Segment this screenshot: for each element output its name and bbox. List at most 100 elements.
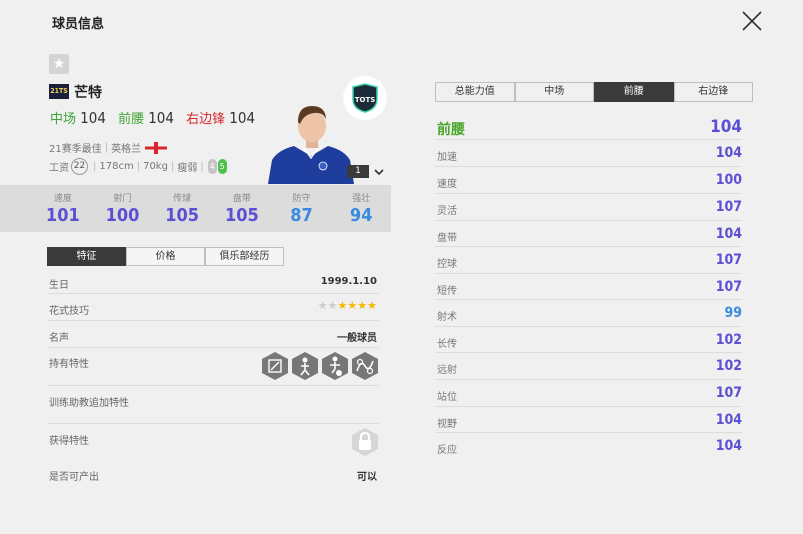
position-name: 中场 <box>50 112 77 127</box>
tab-club-history[interactable]: 俱乐部经历 <box>205 247 284 266</box>
stat-value: 94 <box>349 205 373 226</box>
star-empty-icon: ★ <box>317 299 328 312</box>
stat-defending: 防守 87 <box>272 185 332 232</box>
england-flag-icon <box>145 141 168 154</box>
height-label: 178cm <box>99 161 134 172</box>
favorite-star-button[interactable]: ★ <box>49 54 69 74</box>
producible-value: 可以 <box>357 472 377 483</box>
tab-rw[interactable]: 右边锋 <box>673 82 753 102</box>
trainer-traits-row: 训练助教追加特性 <box>47 386 379 424</box>
star-filled-icon: ★ <box>347 299 358 312</box>
reputation-value: 一般球员 <box>337 333 377 344</box>
reputation-row: 名声 一般球员 <box>47 321 379 348</box>
attribute-name: 短传 <box>437 286 457 297</box>
attribute-name: 灵活 <box>437 206 457 217</box>
attribute-row-main: 前腰 104 <box>435 113 742 140</box>
wage-badge: 22 <box>71 158 88 175</box>
strong-foot-badge: 5 <box>217 159 227 174</box>
attribute-row: 视野 104 <box>435 407 742 433</box>
lock-icon[interactable] <box>351 427 379 457</box>
stat-value: 105 <box>224 205 259 226</box>
tab-midfield[interactable]: 中场 <box>514 82 594 102</box>
trait-long-shot-icon[interactable] <box>321 351 349 381</box>
wage-label: 工资 <box>49 163 69 174</box>
position-value: 104 <box>229 109 256 127</box>
divider: | <box>170 161 175 172</box>
attribute-name: 前腰 <box>437 122 465 138</box>
trait-dribbler-icon[interactable] <box>291 351 319 381</box>
stat-value: 101 <box>45 205 80 226</box>
trait-playmaker-icon[interactable] <box>261 351 289 381</box>
skill-moves-row: 花式技巧 ★★★★★★ <box>47 294 379 321</box>
attribute-name: 速度 <box>437 179 457 190</box>
weak-foot-badge: 4 <box>207 159 217 174</box>
attribute-value: 104 <box>715 438 742 454</box>
star-filled-icon: ★ <box>357 299 368 312</box>
attribute-row: 控球 107 <box>435 247 742 274</box>
attribute-row: 射术 99 <box>435 300 742 327</box>
chevron-down-icon[interactable] <box>373 166 385 178</box>
attribute-value: 104 <box>710 117 742 137</box>
attribute-value: 104 <box>715 226 742 242</box>
position-value: 104 <box>80 109 106 127</box>
divider: | <box>136 161 141 172</box>
stat-label: 传球 <box>173 194 192 204</box>
traits-list <box>259 351 379 381</box>
star-filled-icon: ★ <box>367 299 377 312</box>
season-badge: 21TS <box>49 84 69 99</box>
attribute-value: 102 <box>715 358 742 374</box>
physical-info-row: 工资 22 | 178cm | 70kg | 瘦弱 | 4 5 <box>49 158 227 175</box>
stat-dribbling: 盘带 105 <box>212 185 272 232</box>
position-tabs: 总能力值 中场 前腰 右边锋 <box>435 82 753 102</box>
trait-flair-icon[interactable] <box>351 351 379 381</box>
page-title: 球员信息 <box>52 17 105 32</box>
stat-value: 87 <box>290 205 313 226</box>
attribute-row: 加速 104 <box>435 140 742 167</box>
attribute-row: 短传 107 <box>435 274 742 300</box>
info-tabs: 特征 价格 俱乐部经历 <box>47 247 284 266</box>
svg-text:TOTS: TOTS <box>355 96 376 104</box>
position-name: 前腰 <box>118 112 145 127</box>
divider: | <box>200 161 204 172</box>
body-type-label: 瘦弱 <box>177 163 198 174</box>
attribute-name: 站位 <box>437 392 457 403</box>
season-nation-row: 21赛季最佳 | 英格兰 <box>49 140 168 155</box>
attribute-name: 远射 <box>437 365 457 376</box>
enhance-level-badge: 1 <box>347 165 369 178</box>
birthday-value: 1999.1.10 <box>320 276 377 287</box>
attribute-name: 射术 <box>437 312 457 323</box>
divider: | <box>93 161 97 172</box>
attribute-value: 100 <box>715 172 742 188</box>
tab-cam[interactable]: 前腰 <box>594 82 674 102</box>
attribute-name: 视野 <box>437 419 457 430</box>
club-badge: TOTS <box>343 76 387 120</box>
attribute-row: 长传 102 <box>435 327 742 353</box>
attribute-value: 104 <box>715 412 742 428</box>
star-filled-icon: ★ <box>337 299 348 312</box>
position-ratings: 中场 104 前腰 104 右边锋 104 <box>50 108 263 127</box>
attribute-name: 反应 <box>437 445 457 456</box>
position-name: 右边锋 <box>186 112 226 127</box>
stat-value: 100 <box>105 205 140 226</box>
close-icon[interactable] <box>739 8 765 34</box>
attribute-name: 盘带 <box>437 233 457 244</box>
attribute-row: 灵活 107 <box>435 194 742 221</box>
attribute-value: 104 <box>715 145 742 161</box>
player-name: 芒特 <box>74 85 102 101</box>
tab-overall[interactable]: 总能力值 <box>435 82 515 102</box>
acquired-traits-label: 获得特性 <box>49 436 89 447</box>
stat-label: 速度 <box>53 194 72 204</box>
traits-row: 持有特性 <box>47 348 379 386</box>
stat-value: 105 <box>165 205 200 226</box>
tab-features[interactable]: 特征 <box>47 247 126 266</box>
season-label: 21赛季最佳 <box>49 144 102 155</box>
skill-moves-label: 花式技巧 <box>49 306 89 317</box>
star-empty-icon: ★ <box>327 299 338 312</box>
producible-label: 是否可产出 <box>49 472 99 483</box>
trainer-traits-label: 训练助教追加特性 <box>49 398 129 409</box>
attribute-row: 速度 100 <box>435 167 742 194</box>
attribute-name: 控球 <box>437 259 457 270</box>
attribute-value: 102 <box>715 332 742 348</box>
stat-shooting: 射门 100 <box>93 185 153 232</box>
tab-price[interactable]: 价格 <box>126 247 205 266</box>
